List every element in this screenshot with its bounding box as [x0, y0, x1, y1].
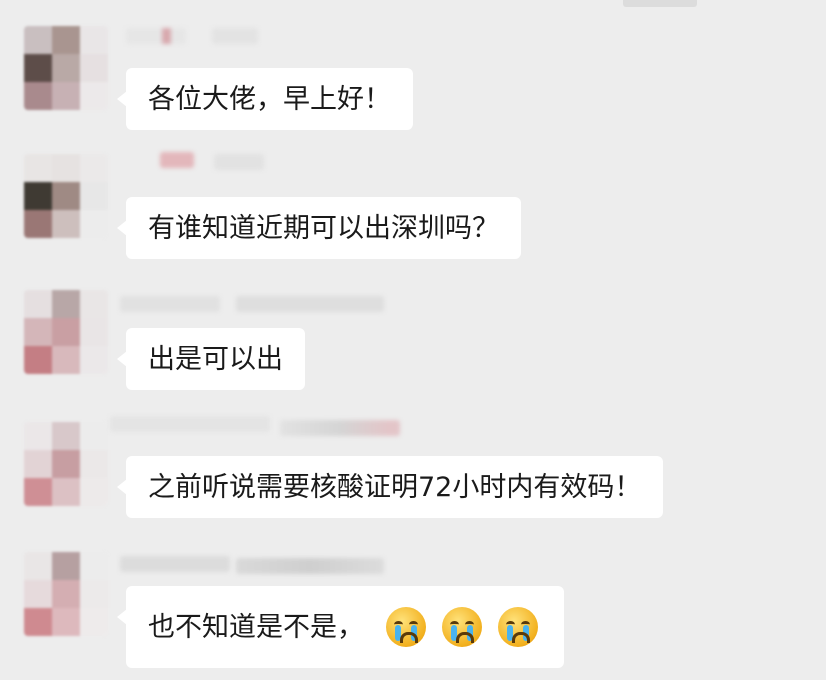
sender-name [160, 152, 194, 168]
message-text: 各位大佬，早上好！ [148, 83, 391, 115]
sender-name [120, 556, 230, 572]
sender-name [214, 154, 264, 170]
avatar[interactable] [24, 154, 108, 238]
sender-name [120, 296, 220, 312]
sender-name [236, 558, 384, 574]
crying-face-icon [442, 607, 482, 647]
top-partial-element [623, 0, 697, 7]
sender-name [126, 28, 186, 44]
message-text: 有谁知道近期可以出深圳吗？ [148, 212, 499, 244]
message-bubble[interactable]: 有谁知道近期可以出深圳吗？ [117, 197, 521, 259]
sender-name [236, 296, 384, 312]
avatar[interactable] [24, 422, 108, 506]
avatar[interactable] [24, 552, 108, 636]
avatar[interactable] [24, 290, 108, 374]
crying-face-icon [498, 607, 538, 647]
message-bubble[interactable]: 也不知道是不是， [117, 586, 564, 668]
message-bubble[interactable]: 各位大佬，早上好！ [117, 68, 413, 130]
avatar[interactable] [24, 26, 108, 110]
message-bubble[interactable]: 之前听说需要核酸证明72小时内有效码！ [116, 456, 664, 518]
sender-name [110, 416, 270, 432]
sender-name [212, 28, 258, 44]
message-text: 之前听说需要核酸证明72小时内有效码！ [148, 471, 642, 503]
message-text: 也不知道是不是， [148, 611, 364, 643]
message-bubble[interactable]: 出是可以出 [117, 328, 305, 390]
crying-face-icon [386, 607, 426, 647]
message-text: 出是可以出 [148, 343, 283, 375]
sender-name [280, 420, 400, 436]
